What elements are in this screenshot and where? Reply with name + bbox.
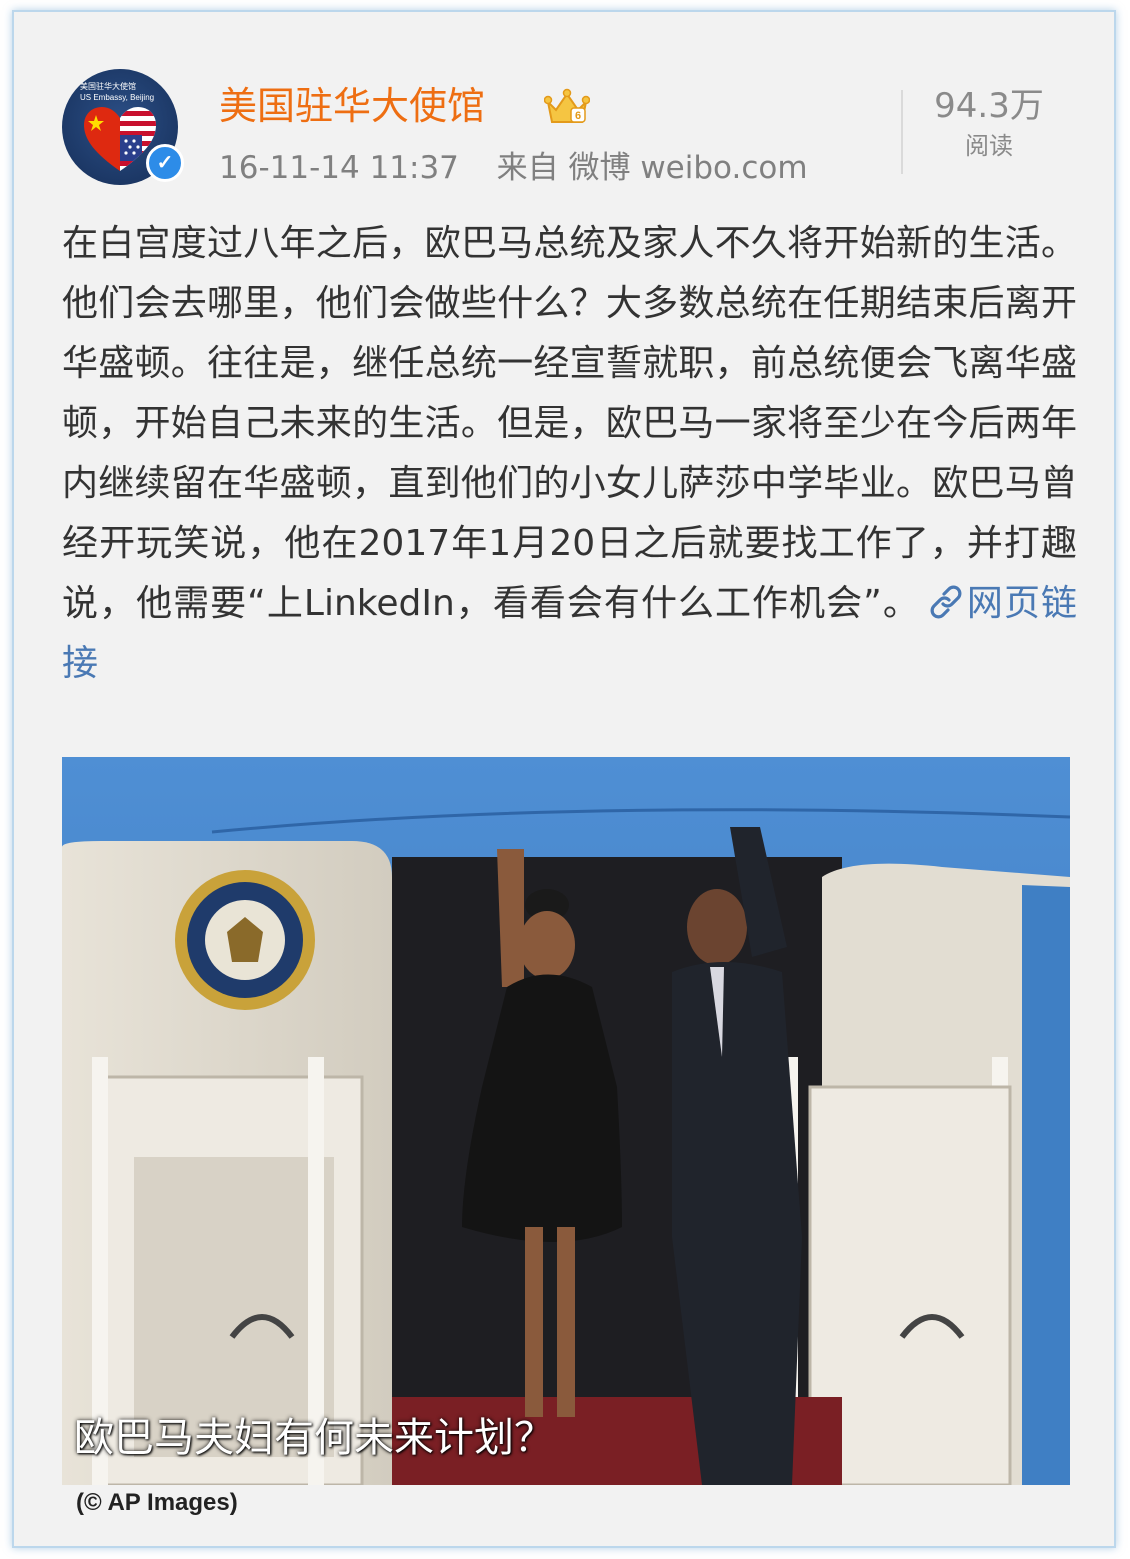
avatar-text: 美国驻华大使馆 US Embassy, Beijing (80, 82, 155, 102)
post-timestamp: 16-11-14 11:37 (219, 150, 459, 186)
weibo-post-card: 美国驻华大使馆 US Embassy, Beijing ✓ 美国驻华大使馆 6 … (12, 10, 1116, 1548)
post-source[interactable]: 来自 微博 weibo.com (497, 150, 808, 186)
stats-divider (901, 90, 903, 174)
photo-illustration (62, 757, 1070, 1485)
post-meta: 16-11-14 11:37 来自 微博 weibo.com (219, 148, 808, 188)
svg-text:6: 6 (575, 110, 581, 122)
post-body: 在白宫度过八年之后，欧巴马总统及家人不久将开始新的生活。他们会去哪里，他们会做些… (62, 214, 1077, 694)
read-count: 94.3万 (934, 86, 1044, 126)
post-image[interactable]: 欧巴马夫妇有何未来计划？ (62, 757, 1070, 1485)
link-icon (930, 585, 962, 619)
post-body-text: 在白宫度过八年之后，欧巴马总统及家人不久将开始新的生活。他们会去哪里，他们会做些… (62, 223, 1077, 624)
verified-badge-icon: ✓ (146, 144, 184, 182)
image-credit: (© AP Images) (76, 1489, 238, 1516)
image-caption-overlay: 欧巴马夫妇有何未来计划？ (74, 1415, 554, 1461)
account-name[interactable]: 美国驻华大使馆 (219, 82, 485, 130)
read-label: 阅读 (965, 132, 1013, 160)
vip-crown-icon[interactable]: 6 (544, 88, 590, 126)
